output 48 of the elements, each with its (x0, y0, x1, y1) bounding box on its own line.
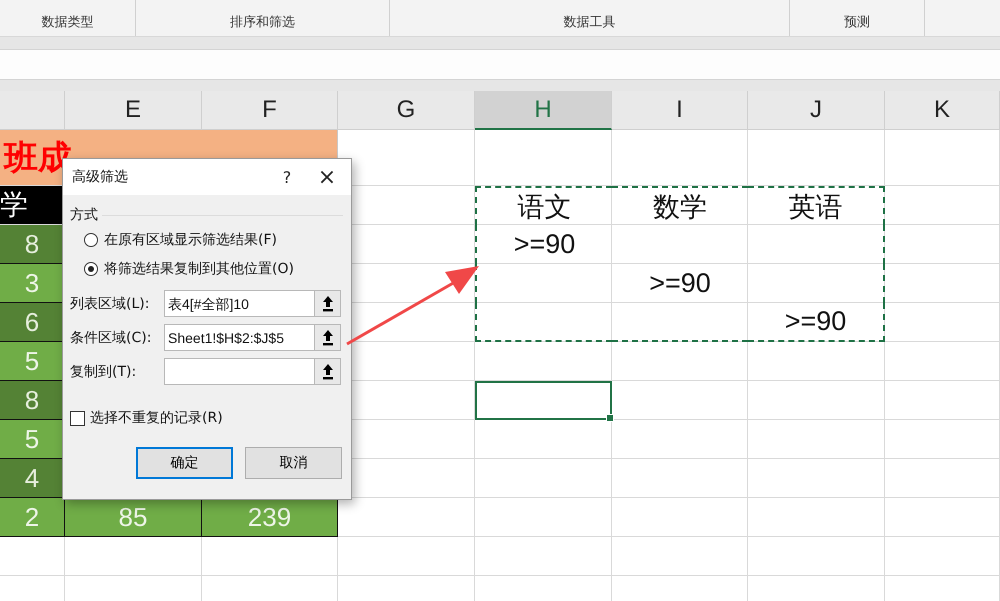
field-label: 列表区域(L): (70, 294, 150, 312)
table-cell: 8 (0, 225, 65, 264)
column-header[interactable]: K (885, 91, 1000, 130)
collapse-button[interactable] (314, 324, 341, 351)
column-header[interactable]: E (65, 91, 202, 130)
ribbon-group-label: 数据类型 (42, 15, 94, 31)
table-cell: 3 (0, 264, 65, 303)
column-header[interactable]: G (338, 91, 475, 130)
column-header[interactable]: F (202, 91, 338, 130)
table-cell: >=90 (475, 225, 612, 264)
active-cell-border[interactable] (475, 381, 612, 420)
table-cell: 5 (0, 420, 65, 459)
field-label: 条件区域(C): (70, 328, 152, 346)
collapse-button[interactable] (314, 358, 341, 385)
input-field[interactable]: 表4[#全部]10 (164, 290, 314, 317)
collapse-button[interactable] (314, 290, 341, 317)
table-cell: 英语 (748, 186, 885, 225)
table-header-cell: 学 (0, 186, 65, 225)
column-header[interactable]: I (612, 91, 748, 130)
upload-arrow-icon (322, 294, 334, 312)
group-label: 方式 (70, 206, 98, 224)
ribbon-group-label: 预测 (844, 15, 870, 31)
ribbon-group-label: 数据工具 (564, 15, 616, 31)
upload-arrow-icon (322, 328, 334, 346)
upload-arrow-icon (322, 362, 334, 380)
table-cell-text: >=90 (648, 267, 712, 300)
input-field[interactable] (164, 358, 314, 385)
dialog-title: 高级筛选 (72, 168, 129, 186)
table-cell: 4 (0, 459, 65, 498)
ok-button[interactable]: 确定 (136, 447, 233, 479)
table-cell: 语文 (475, 186, 612, 225)
table-cell: 8 (0, 381, 65, 420)
column-header[interactable]: J (748, 91, 885, 130)
radio-option[interactable]: 将筛选结果复制到其他位置(O) (84, 254, 294, 283)
table-cell: 6 (0, 303, 65, 342)
cancel-button[interactable]: 取消 (245, 447, 342, 479)
table-cell: 85 (65, 498, 202, 537)
ribbon-group-label: 排序和筛选 (230, 15, 295, 31)
field-label: 复制到(T): (70, 362, 138, 380)
table-cell: >=90 (748, 303, 885, 342)
table-cell: 5 (0, 342, 65, 381)
table-cell: 2 (0, 498, 65, 537)
column-header[interactable]: H (475, 91, 612, 130)
input-field[interactable]: Sheet1!$H$2:$J$5 (164, 324, 314, 351)
radio-option[interactable]: 在原有区域显示筛选结果(F) (84, 225, 277, 254)
checkbox-option[interactable]: 选择不重复的记录(R) (70, 406, 223, 430)
table-cell: 239 (202, 498, 338, 537)
table-cell: 数学 (612, 186, 748, 225)
